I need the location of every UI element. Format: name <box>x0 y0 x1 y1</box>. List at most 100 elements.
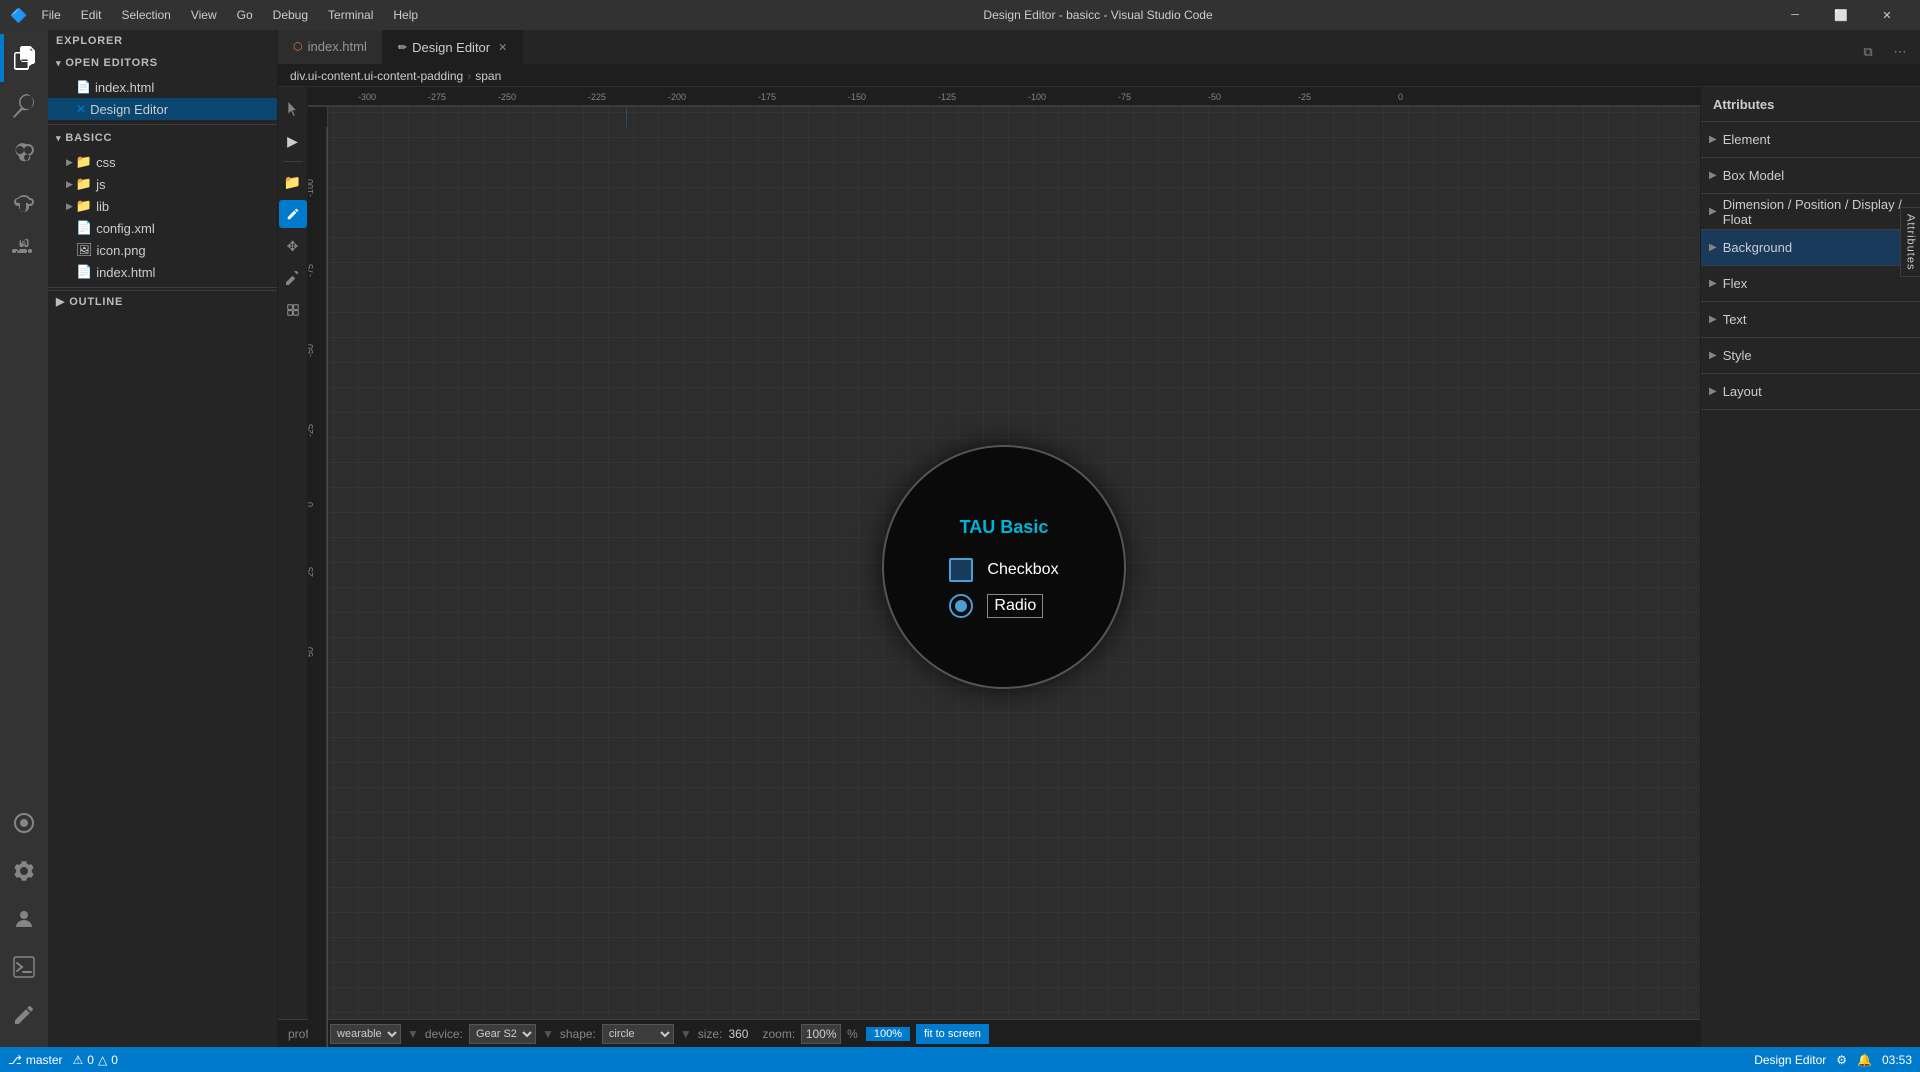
attr-section-dimension[interactable]: ▶ Dimension / Position / Display / Float <box>1701 194 1920 230</box>
shape-select[interactable]: circle rectangle <box>602 1024 674 1044</box>
flex-label: Flex <box>1723 276 1748 291</box>
config-xml-icon: 📄 <box>76 220 92 236</box>
folder-lib[interactable]: ▶ 📁 lib <box>48 195 277 217</box>
activity-pen[interactable] <box>0 991 48 1039</box>
split-editor-button[interactable]: ⧉ <box>1856 40 1880 64</box>
tool-move[interactable]: ✥ <box>279 232 307 260</box>
outline-label: OUTLINE <box>69 296 123 308</box>
tool-run[interactable]: ▶ <box>279 127 307 155</box>
menu-help[interactable]: Help <box>387 8 424 22</box>
tab-bar-actions: ⧉ ⋯ <box>1848 40 1920 64</box>
error-status[interactable]: ⚠ 0 △ 0 <box>73 1053 118 1067</box>
menu-file[interactable]: File <box>35 8 66 22</box>
time-text: 03:53 <box>1882 1053 1912 1067</box>
activity-debug[interactable] <box>0 178 48 226</box>
menu-selection[interactable]: Selection <box>115 8 176 22</box>
attributes-vertical-tab[interactable]: Attributes <box>1900 207 1920 277</box>
checkbox-widget[interactable] <box>949 558 973 582</box>
tab-design-editor[interactable]: ✏ Design Editor ✕ <box>383 30 523 64</box>
svg-text:-125: -125 <box>938 92 956 102</box>
svg-text:50: 50 <box>308 647 315 657</box>
attr-section-style[interactable]: ▶ Style <box>1701 338 1920 374</box>
fit-to-screen-button[interactable]: fit to screen <box>916 1024 989 1044</box>
tab-index-html[interactable]: ⬡ index.html <box>278 30 383 64</box>
file-config-xml[interactable]: 📄 config.xml <box>48 217 277 239</box>
git-status[interactable]: ⎇ master <box>8 1053 63 1067</box>
activity-bottom-group <box>0 799 48 1047</box>
file-index-html[interactable]: 📄 index.html <box>48 261 277 283</box>
menu-go[interactable]: Go <box>231 8 259 22</box>
window-title: Design Editor - basicc - Visual Studio C… <box>424 8 1772 22</box>
tool-folder[interactable]: 📁 <box>279 168 307 196</box>
git-branch-icon: ⎇ <box>8 1053 22 1067</box>
activity-settings[interactable] <box>0 847 48 895</box>
open-editor-index-html[interactable]: 📄 index.html ✕ <box>48 76 277 98</box>
svg-text:-100: -100 <box>308 179 315 197</box>
icon-png-file-icon: 🖼 <box>76 242 93 258</box>
error-icon: ⚠ <box>73 1053 84 1067</box>
zoom-current: 100% <box>866 1027 910 1041</box>
menu-view[interactable]: View <box>185 8 223 22</box>
menu-debug[interactable]: Debug <box>267 8 314 22</box>
minimize-button[interactable]: ─ <box>1772 0 1818 30</box>
zoom-input[interactable] <box>801 1024 841 1044</box>
attr-section-layout[interactable]: ▶ Layout <box>1701 374 1920 410</box>
open-editors-arrow: ▾ <box>56 58 61 69</box>
folder-js[interactable]: ▶ 📁 js <box>48 173 277 195</box>
attr-section-text[interactable]: ▶ Text <box>1701 302 1920 338</box>
outline-header[interactable]: ▶ OUTLINE <box>48 290 277 312</box>
device-select[interactable]: Gear S2 Gear S3 <box>469 1024 536 1044</box>
titlebar-left: 🔷 File Edit Selection View Go Debug Term… <box>10 7 424 24</box>
statusbar-left: ⎇ master ⚠ 0 △ 0 <box>8 1053 118 1067</box>
design-editor-status[interactable]: Design Editor <box>1754 1053 1826 1067</box>
profile-select[interactable]: wearable mobile <box>330 1024 401 1044</box>
menu-edit[interactable]: Edit <box>75 8 108 22</box>
tool-select[interactable] <box>279 95 307 123</box>
file-icon-png[interactable]: 🖼 icon.png <box>48 239 277 261</box>
tab-design-editor-close[interactable]: ✕ <box>498 41 507 54</box>
radio-widget[interactable] <box>949 594 973 618</box>
tab-index-html-label: index.html <box>308 39 367 54</box>
tool-edit[interactable] <box>279 200 307 228</box>
attr-section-element[interactable]: ▶ Element <box>1701 122 1920 158</box>
svg-text:-225: -225 <box>588 92 606 102</box>
activity-source-control[interactable] <box>0 130 48 178</box>
breadcrumb-path-1[interactable]: div.ui-content.ui-content-padding <box>290 69 463 83</box>
settings-status[interactable]: ⚙ <box>1836 1053 1847 1067</box>
activity-extensions[interactable] <box>0 226 48 274</box>
breadcrumb-path-2[interactable]: span <box>475 69 501 83</box>
tool-snippet[interactable] <box>279 296 307 324</box>
close-button[interactable]: ✕ <box>1864 0 1910 30</box>
attr-section-flex[interactable]: ▶ Flex <box>1701 266 1920 302</box>
svg-text:25: 25 <box>308 567 315 577</box>
tab-bar: ⬡ index.html ✏ Design Editor ✕ ⧉ ⋯ <box>278 30 1920 65</box>
activity-search[interactable] <box>0 82 48 130</box>
bell-icon: 🔔 <box>1857 1053 1872 1067</box>
device-preview: ⌃ TAU Basic Checkbox Radio ⌄ <box>884 447 1124 687</box>
design-canvas[interactable]: -300 -275 -250 -225 -200 -175 -150 -125 … <box>308 87 1700 1047</box>
attr-section-box-model[interactable]: ▶ Box Model <box>1701 158 1920 194</box>
design-editor-file-icon: ✕ <box>76 102 86 116</box>
ruler-horizontal: -300 -275 -250 -225 -200 -175 -150 -125 … <box>308 87 1700 107</box>
maximize-button[interactable]: ⬜ <box>1818 0 1864 30</box>
notification-status[interactable]: 🔔 <box>1857 1053 1872 1067</box>
activity-wearable[interactable] <box>0 799 48 847</box>
basicc-header[interactable]: ▾ BASICC <box>48 127 277 149</box>
shape-label: shape: <box>560 1027 596 1041</box>
attr-section-background[interactable]: ▶ Background <box>1701 230 1920 266</box>
more-actions-button[interactable]: ⋯ <box>1888 40 1912 64</box>
folder-icon-css: 📁 <box>76 154 92 170</box>
activity-account[interactable] <box>0 895 48 943</box>
tool-draw[interactable] <box>279 264 307 292</box>
flex-arrow: ▶ <box>1709 278 1717 289</box>
open-editor-index-html-label: index.html <box>95 80 154 95</box>
folder-css[interactable]: ▶ 📁 css <box>48 151 277 173</box>
menu-terminal[interactable]: Terminal <box>322 8 379 22</box>
open-editor-design-editor[interactable]: ✕ Design Editor <box>48 98 277 120</box>
tab-design-editor-icon: ✏ <box>398 41 407 54</box>
open-editors-label: OPEN EDITORS <box>65 57 158 69</box>
activity-terminal[interactable] <box>0 943 48 991</box>
background-arrow: ▶ <box>1709 242 1717 253</box>
open-editors-header[interactable]: ▾ OPEN EDITORS <box>48 52 277 74</box>
activity-explorer[interactable] <box>0 34 48 82</box>
